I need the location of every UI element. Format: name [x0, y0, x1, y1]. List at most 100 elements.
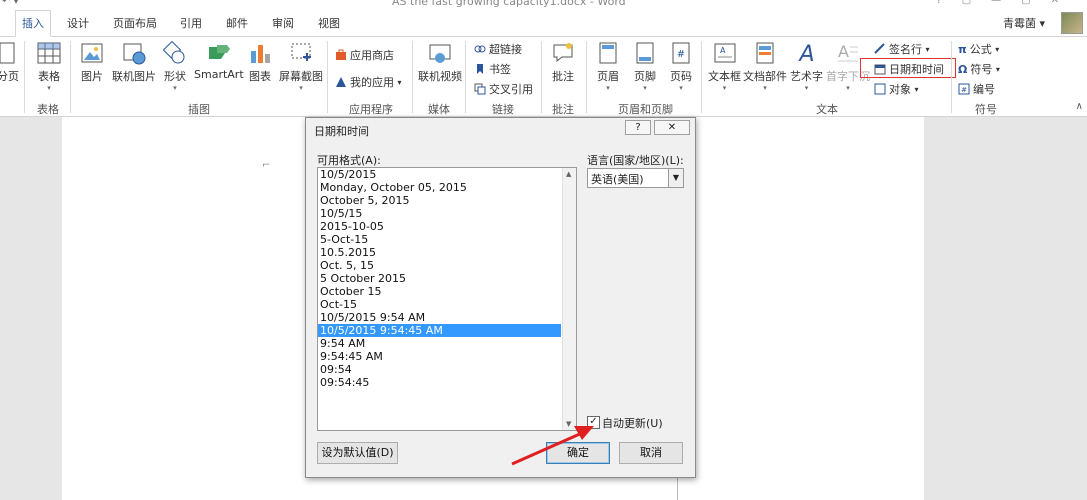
object-icon — [874, 83, 886, 95]
scroll-up-icon[interactable]: ▲ — [566, 170, 571, 178]
picture-button[interactable]: 图片 — [80, 41, 104, 84]
format-option[interactable]: Monday, October 05, 2015 — [318, 181, 561, 194]
auto-update-label[interactable]: 自动更新(U) — [602, 415, 663, 431]
format-option[interactable]: October 15 — [318, 285, 561, 298]
online-picture-button[interactable]: 联机图片 — [112, 41, 156, 84]
tab-page-layout[interactable]: 页面布局 — [113, 15, 157, 31]
ribbon: 分页 表格 ▾ 表格 图片 联机图片 形状 ▾ SmartArt 图表 屏幕截图 ▾ … — [0, 37, 1087, 117]
equation-button[interactable]: π 公式 ▾ — [958, 41, 999, 57]
quick-access-toolbar[interactable]: ↶ ▾ — [2, 0, 19, 7]
tab-design[interactable]: 设计 — [67, 15, 89, 31]
comment-icon — [553, 43, 573, 63]
formats-scrollbar[interactable]: ▲ ▼ — [562, 168, 576, 430]
table-button[interactable]: 表格 ▾ — [37, 41, 61, 92]
auto-update-checkbox[interactable]: ✓ — [587, 416, 600, 429]
title-bar: ↶ ▾ AS the fast growing capacity1.docx -… — [0, 0, 1087, 10]
svg-text:A: A — [720, 46, 726, 55]
date-time-highlight — [860, 58, 956, 78]
format-option[interactable]: 2015-10-05 — [318, 220, 561, 233]
svg-text:A: A — [838, 42, 849, 61]
pi-icon: π — [958, 42, 967, 56]
group-label-illustrations: 插图 — [188, 103, 210, 116]
footer-icon — [636, 42, 654, 64]
pages-button[interactable]: 分页 — [0, 41, 20, 84]
tab-mailings[interactable]: 邮件 — [226, 15, 248, 31]
chart-button[interactable]: 图表 — [248, 41, 272, 84]
group-label-comments: 批注 — [552, 103, 574, 116]
tab-insert[interactable]: 插入 — [15, 10, 51, 37]
store-icon — [336, 49, 346, 60]
store-button[interactable]: 应用商店 — [335, 47, 394, 63]
help-button[interactable]: ? — [625, 120, 651, 135]
textbox-icon: A — [714, 43, 735, 63]
hyperlink-button[interactable]: 超链接 — [474, 41, 522, 57]
format-option[interactable]: 5 October 2015 — [318, 272, 561, 285]
wordart-button[interactable]: A 艺术字 ▾ — [790, 41, 823, 92]
smartart-icon — [208, 45, 230, 59]
online-video-button[interactable]: 联机视频 — [418, 41, 462, 84]
tab-references[interactable]: 引用 — [180, 15, 202, 31]
screenshot-button[interactable]: 屏幕截图 ▾ — [279, 41, 323, 92]
video-icon — [429, 44, 451, 63]
page-number-button[interactable]: # 页码 ▾ — [669, 41, 693, 92]
numbering-button[interactable]: # 编号 — [958, 81, 995, 97]
footer-button[interactable]: 页脚 ▾ — [633, 41, 657, 92]
avatar[interactable] — [1061, 12, 1083, 34]
format-option[interactable]: 10/5/2015 — [318, 168, 561, 181]
format-option[interactable]: Oct-15 — [318, 298, 561, 311]
scroll-down-icon[interactable]: ▼ — [566, 420, 571, 428]
signature-icon — [874, 43, 885, 54]
set-default-button[interactable]: 设为默认值(D) — [317, 442, 398, 464]
user-account[interactable]: 青霉菌 ▾ — [1003, 15, 1045, 31]
ok-button[interactable]: 确定 — [546, 442, 610, 464]
signature-line-button[interactable]: 签名行 ▾ — [874, 41, 930, 57]
bookmark-button[interactable]: 书签 — [474, 61, 511, 77]
dialog-title: 日期和时间 — [314, 125, 369, 138]
group-label-links: 链接 — [492, 103, 514, 116]
format-option[interactable]: 5-Oct-15 — [318, 233, 561, 246]
screenshot-icon — [291, 43, 311, 61]
language-value: 英语(美国) — [591, 173, 644, 186]
format-option[interactable]: 10.5.2015 — [318, 246, 561, 259]
smartart-button[interactable]: SmartArt — [194, 41, 244, 81]
wordart-icon: A — [797, 42, 814, 65]
cancel-button[interactable]: 取消 — [619, 442, 683, 464]
quick-parts-button[interactable]: 文档部件 ▾ — [743, 41, 787, 92]
format-option[interactable]: 10/5/2015 9:54:45 AM — [318, 324, 561, 337]
margin-line — [677, 478, 678, 500]
group-label-symbols: 符号 — [975, 103, 997, 116]
my-apps-button[interactable]: 我的应用 ▾ — [335, 74, 402, 90]
formats-listbox[interactable]: 10/5/2015 Monday, October 05, 2015 October… — [317, 167, 577, 431]
format-option[interactable]: 10/5/2015 9:54 AM — [318, 311, 561, 324]
comment-button[interactable]: 批注 — [551, 41, 575, 84]
format-option[interactable]: 09:54 — [318, 363, 561, 376]
format-option[interactable]: October 5, 2015 — [318, 194, 561, 207]
format-option[interactable]: Oct. 5, 15 — [318, 259, 561, 272]
symbol-button[interactable]: Ω 符号 ▾ — [958, 61, 1000, 77]
numbering-icon: # — [958, 83, 970, 95]
tab-view[interactable]: 视图 — [318, 15, 340, 31]
group-label-text: 文本 — [816, 103, 838, 116]
tab-review[interactable]: 审阅 — [272, 15, 294, 31]
shapes-button[interactable]: 形状 ▾ — [163, 41, 187, 92]
language-select[interactable]: 英语(美国) ▼ — [587, 168, 684, 188]
hyperlink-icon — [474, 45, 486, 53]
format-option[interactable]: 09:54:45 — [318, 376, 561, 389]
table-icon — [37, 42, 61, 64]
close-button[interactable]: ✕ — [654, 120, 690, 135]
object-button[interactable]: 对象 ▾ — [874, 81, 919, 97]
collapse-ribbon-icon[interactable]: ∧ — [1076, 101, 1083, 112]
language-label: 语言(国家/地区)(L): — [587, 154, 684, 167]
chevron-down-icon[interactable]: ▼ — [668, 169, 683, 187]
format-option[interactable]: 9:54:45 AM — [318, 350, 561, 363]
page-number-icon: # — [672, 42, 690, 64]
window-controls[interactable]: ?▢—▢✕ — [936, 0, 1079, 6]
format-option[interactable]: 10/5/15 — [318, 207, 561, 220]
picture-icon — [81, 43, 103, 63]
bookmark-icon — [477, 64, 483, 74]
format-option[interactable]: 9:54 AM — [318, 337, 561, 350]
dropcap-icon: A — [838, 42, 858, 62]
header-button[interactable]: 页眉 ▾ — [596, 41, 620, 92]
textbox-button[interactable]: A 文本框 ▾ — [708, 41, 741, 92]
cross-reference-button[interactable]: 交叉引用 — [474, 81, 533, 97]
